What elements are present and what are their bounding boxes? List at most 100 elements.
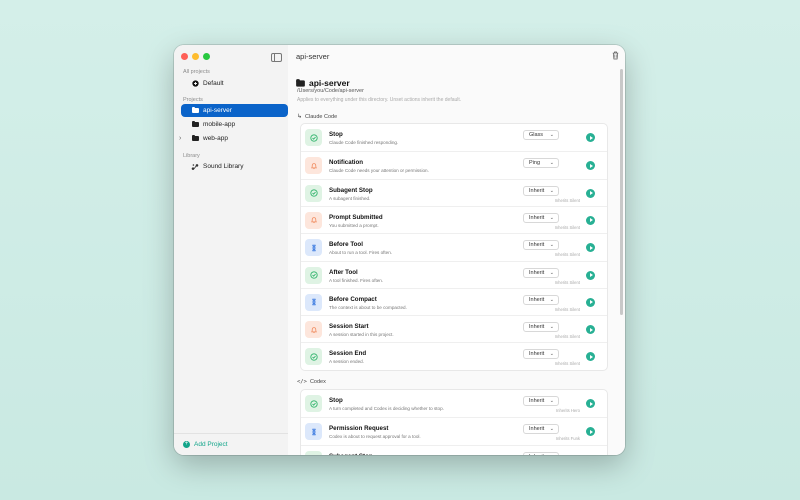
group-name: Claude Code bbox=[305, 113, 338, 120]
sound-select[interactable]: Inherit ⌄ bbox=[523, 212, 559, 223]
minimize-button[interactable] bbox=[192, 53, 199, 60]
play-button[interactable] bbox=[586, 325, 595, 335]
section-label-library: Library bbox=[183, 153, 200, 159]
chevron-down-icon: ⌄ bbox=[549, 214, 554, 221]
sound-select[interactable]: Inherit ⌄ bbox=[523, 322, 559, 333]
inherit-note: Inherits Silent bbox=[554, 306, 580, 312]
scrollbar[interactable] bbox=[620, 69, 623, 315]
folder-icon bbox=[190, 106, 200, 116]
event-title: Subagent Stop bbox=[329, 453, 373, 455]
sound-select[interactable]: Inherit ⌄ bbox=[523, 294, 559, 305]
chevron-down-icon: ⌄ bbox=[549, 269, 554, 276]
play-button[interactable] bbox=[586, 243, 595, 253]
folder-icon bbox=[190, 134, 200, 144]
hourglass-icon bbox=[305, 293, 322, 311]
project-hint: Applies to everything under this directo… bbox=[297, 97, 462, 103]
zoom-button[interactable] bbox=[203, 53, 210, 60]
sound-select-value: Inherit bbox=[529, 296, 545, 303]
sidebar-item-web-app[interactable]: › web-app bbox=[179, 132, 288, 145]
play-button[interactable] bbox=[586, 161, 595, 171]
section-label-all-projects: All projects bbox=[183, 69, 210, 75]
event-description: A subagent finished. bbox=[329, 195, 371, 201]
check-icon bbox=[305, 395, 322, 412]
sidebar-item-label: api-server bbox=[203, 107, 232, 114]
inherit-note: Inherits Silent bbox=[554, 197, 580, 203]
group-header-codex: </> Codex bbox=[297, 379, 326, 385]
sidebar-item-label: Default bbox=[203, 80, 224, 87]
trash-icon[interactable] bbox=[612, 51, 619, 60]
event-description: A turn completed and Codex is deciding w… bbox=[329, 406, 444, 411]
default-icon bbox=[190, 79, 200, 89]
sound-library-icon bbox=[190, 162, 200, 172]
sound-select-value: Inherit bbox=[529, 454, 544, 455]
play-button[interactable] bbox=[586, 352, 595, 362]
event-title: Notification bbox=[329, 159, 364, 167]
close-button[interactable] bbox=[181, 53, 188, 60]
event-row: Before Tool About to run a tool. Fires o… bbox=[301, 233, 607, 260]
sound-select[interactable]: Inherit ⌄ bbox=[523, 424, 559, 435]
chevron-down-icon: ⌄ bbox=[549, 160, 554, 167]
event-description: About to run a tool. Fires often. bbox=[329, 250, 393, 256]
check-icon bbox=[305, 184, 322, 202]
folder-icon bbox=[190, 120, 200, 130]
play-button[interactable] bbox=[586, 133, 595, 142]
sidebar-item-mobile-app[interactable]: mobile-app bbox=[181, 118, 288, 131]
inherit-note: Inherits Funk bbox=[555, 436, 580, 442]
event-title: Session Start bbox=[329, 323, 369, 331]
add-project-button[interactable]: + Add Project bbox=[174, 433, 288, 455]
chevron-down-icon: ⌄ bbox=[549, 296, 554, 303]
play-button[interactable] bbox=[586, 399, 595, 408]
inherit-note: Inherits Silent bbox=[554, 279, 580, 285]
event-row: Before Compact The context is about to b… bbox=[301, 287, 607, 315]
play-button[interactable] bbox=[586, 427, 595, 437]
app-window: All projects Default Projects api-server… bbox=[174, 45, 625, 455]
event-row: Subagent Stop A subagent finished. Inher… bbox=[301, 178, 607, 206]
group-name: Codex bbox=[309, 379, 326, 385]
claude-code-events-card: Stop Claude Code finished responding. Gl… bbox=[300, 123, 608, 371]
sound-select-value: Ping bbox=[529, 160, 541, 167]
sound-select[interactable]: Ping ⌄ bbox=[523, 158, 559, 169]
sound-select[interactable]: Inherit ⌄ bbox=[523, 267, 559, 278]
sound-select[interactable]: Inherit ⌄ bbox=[523, 451, 559, 455]
event-row: Session End A session ended. Inherit ⌄ I… bbox=[301, 342, 607, 369]
play-button[interactable] bbox=[586, 215, 595, 225]
window-title: api-server bbox=[296, 51, 330, 61]
sound-select[interactable]: Inherit ⌄ bbox=[523, 185, 559, 196]
chevron-right-icon[interactable]: › bbox=[179, 135, 181, 142]
event-row: After Tool A tool finished. Fires often.… bbox=[301, 260, 607, 288]
chevron-down-icon: ⌄ bbox=[549, 242, 554, 249]
play-button[interactable] bbox=[586, 188, 595, 198]
sound-select-value: Inherit bbox=[529, 351, 545, 358]
content-scroll-area[interactable]: api-server /Users/you/Code/api-server Ap… bbox=[288, 67, 625, 455]
play-button[interactable] bbox=[586, 270, 595, 280]
sound-select-value: Inherit bbox=[529, 324, 545, 331]
sound-select[interactable]: Inherit ⌄ bbox=[523, 396, 559, 406]
inherit-note: Inherits Silent bbox=[554, 361, 580, 367]
event-title: Prompt Submitted bbox=[329, 213, 383, 221]
inherit-note: Inherits Hero bbox=[556, 408, 580, 413]
sidebar-toggle-icon[interactable] bbox=[271, 53, 282, 62]
event-title: Before Compact bbox=[329, 295, 377, 303]
event-row: Stop Claude Code finished responding. Gl… bbox=[301, 124, 607, 151]
window-controls bbox=[181, 53, 210, 60]
sound-select[interactable]: Inherit ⌄ bbox=[523, 240, 559, 251]
event-description: Claude Code finished responding. bbox=[329, 140, 399, 145]
folder-icon bbox=[296, 78, 309, 88]
bell-icon bbox=[305, 211, 322, 229]
sound-select[interactable]: Glass ⌄ bbox=[523, 130, 559, 140]
play-button[interactable] bbox=[586, 297, 595, 307]
chevron-down-icon: ⌄ bbox=[549, 426, 554, 433]
event-title: Session End bbox=[329, 350, 367, 358]
event-description: A session ended. bbox=[329, 359, 364, 365]
hourglass-icon bbox=[305, 423, 322, 441]
sidebar-item-api-server[interactable]: api-server bbox=[181, 104, 288, 117]
event-description: A tool finished. Fires often. bbox=[329, 277, 384, 283]
chevron-down-icon: ⌄ bbox=[549, 351, 554, 358]
chevron-down-icon: ⌄ bbox=[549, 324, 554, 331]
sound-select-value: Inherit bbox=[529, 242, 545, 249]
sound-select[interactable]: Inherit ⌄ bbox=[523, 349, 559, 360]
sidebar-item-default[interactable]: Default bbox=[181, 77, 288, 90]
inherit-note: Inherits Silent bbox=[554, 252, 580, 258]
sidebar-item-sound-library[interactable]: Sound Library bbox=[181, 160, 288, 173]
check-icon bbox=[305, 348, 322, 366]
